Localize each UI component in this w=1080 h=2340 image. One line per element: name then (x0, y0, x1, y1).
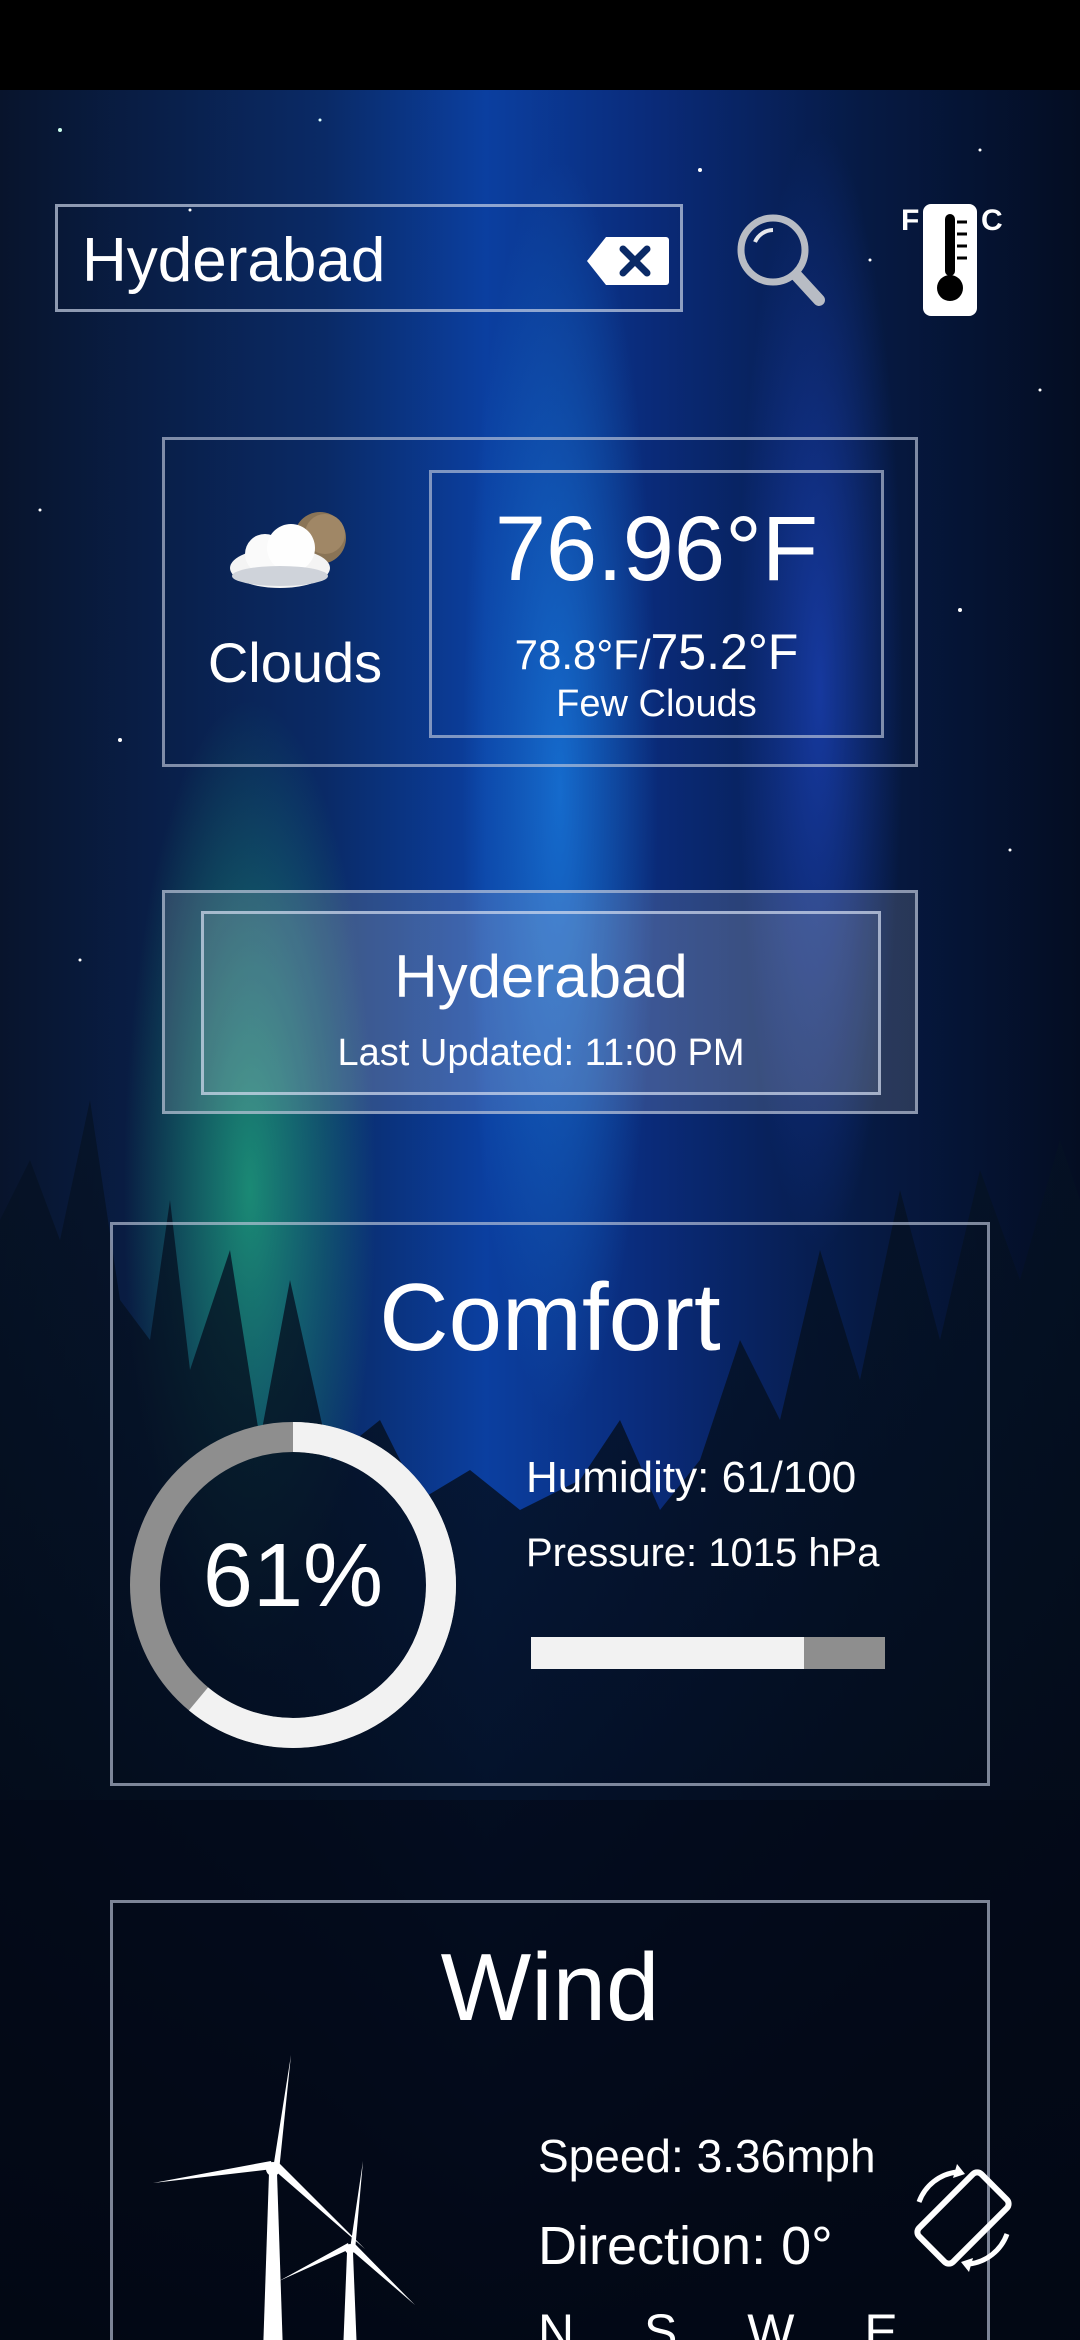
wind-title: Wind (440, 1934, 660, 2041)
temperature-box: 76.96°F 78.8°F/75.2°F Few Clouds (429, 470, 884, 738)
location-card: Hyderabad Last Updated: 11:00 PM (201, 911, 881, 1095)
current-weather-panel: Clouds 76.96°F 78.8°F/75.2°F Few Clouds (162, 437, 918, 767)
clear-search-button[interactable] (586, 235, 670, 287)
temperature-range: 78.8°F/75.2°F (432, 623, 881, 681)
weather-description: Few Clouds (556, 683, 757, 725)
celsius-label: C (981, 204, 1003, 237)
search-box (55, 204, 683, 312)
search-button[interactable] (735, 212, 829, 310)
compass-labels: N S W E (538, 2304, 926, 2340)
wind-turbine-icon (153, 2055, 415, 2340)
screen-rotate-icon (914, 2164, 1012, 2272)
city-search-input[interactable] (80, 223, 584, 297)
cloud-sun-icon (230, 512, 346, 588)
pressure-bar (531, 1637, 885, 1669)
comfort-panel: Comfort 61% Humidity: 61/100 Pressure: 1… (110, 1222, 990, 1786)
last-updated-text: Last Updated: 11:00 PM (337, 1032, 745, 1074)
temp-high: 78.8°F (514, 631, 639, 678)
status-bar (0, 0, 1080, 90)
humidity-percent: 61% (202, 1526, 384, 1626)
pressure-bar-fill (531, 1637, 804, 1669)
city-name: Hyderabad (394, 943, 688, 1010)
screen-rotate-button[interactable] (905, 2160, 1021, 2276)
current-temperature: 76.96°F (494, 498, 819, 600)
unit-toggle-button[interactable]: F C (895, 200, 1005, 318)
pressure-text: Pressure: 1015 hPa (526, 1531, 880, 1575)
search-magnifier-icon (737, 214, 825, 306)
comfort-title: Comfort (379, 1264, 721, 1371)
weather-condition-label: Clouds (207, 631, 383, 694)
fahrenheit-label: F (901, 204, 919, 237)
humidity-text: Humidity: 61/100 (526, 1453, 857, 1502)
wind-speed-text: Speed: 3.36mph (538, 2130, 876, 2182)
temp-separator: / (638, 631, 651, 678)
thermometer-fahrenheit-celsius-icon: F C (901, 204, 1003, 316)
backspace-clear-icon (587, 237, 669, 285)
wind-direction-text: Direction: 0° (538, 2216, 833, 2276)
location-panel: Hyderabad Last Updated: 11:00 PM (162, 890, 918, 1114)
temp-low: 75.2°F (650, 624, 799, 680)
wind-panel: Wind Speed: 3.36mph Direction: 0° N S W … (110, 1900, 990, 2340)
